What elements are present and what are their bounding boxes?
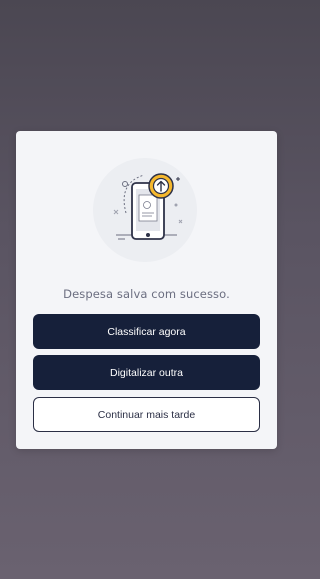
phone-upload-icon [92,153,202,265]
classify-now-button[interactable]: Classificar agora [33,314,260,349]
success-message: Despesa salva com sucesso. [63,287,230,301]
scan-another-button[interactable]: Digitalizar outra [33,355,260,390]
success-dialog: Despesa salva com sucesso. Classificar a… [16,131,277,449]
continue-later-button[interactable]: Continuar mais tarde [33,397,260,432]
